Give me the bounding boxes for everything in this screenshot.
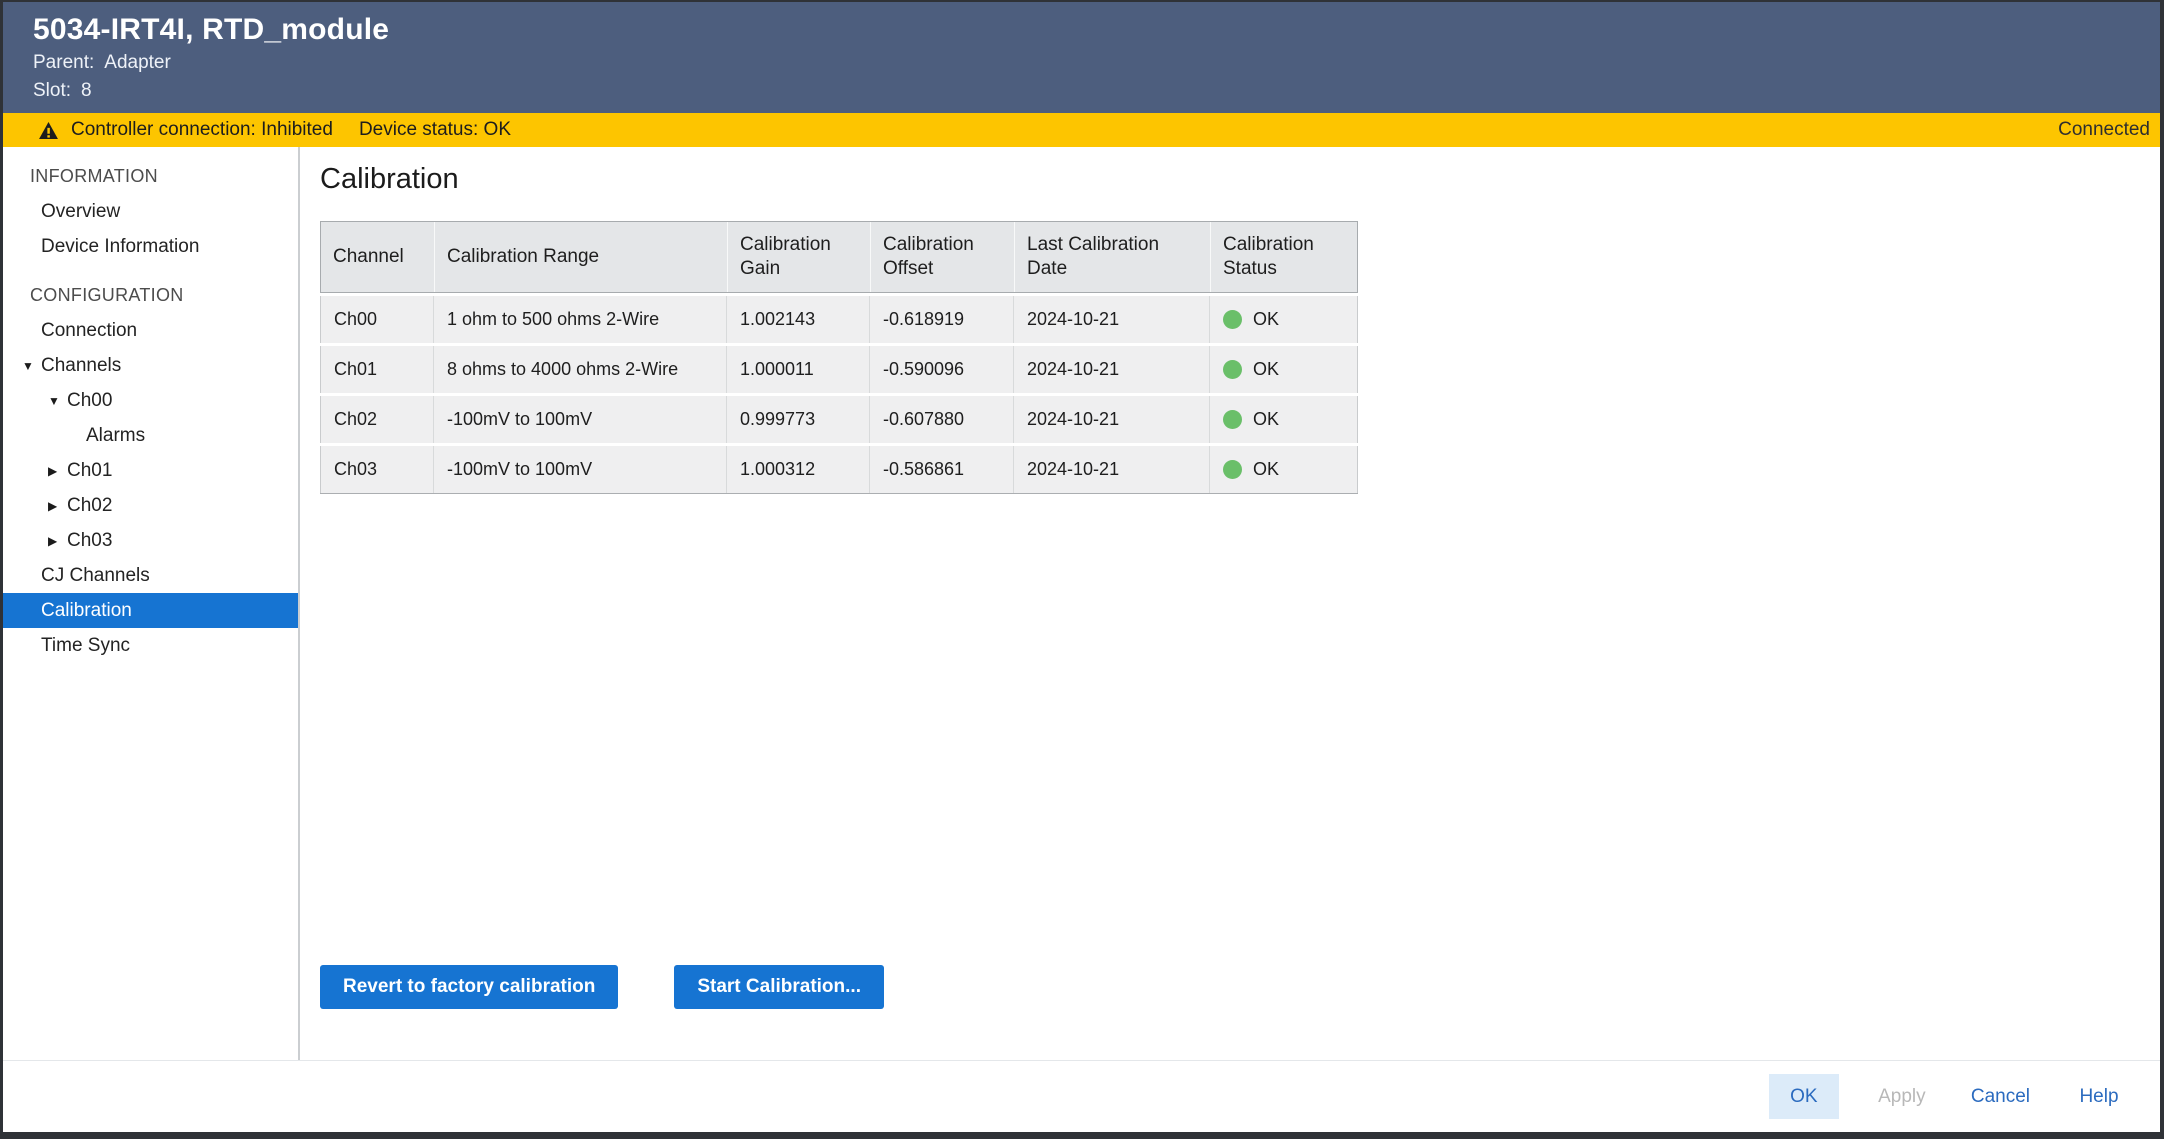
calibration-actions: Revert to factory calibration Start Cali…: [320, 965, 2160, 1009]
green-circle-icon: [1223, 360, 1242, 379]
sidebar-item-channels[interactable]: ▼Channels: [3, 348, 298, 383]
expanded-arrow-icon[interactable]: ▼: [48, 384, 67, 419]
table-row-ch01: Ch01 8 ohms to 4000 ohms 2-Wire 1.000011…: [320, 346, 1358, 393]
table-row-ch00: Ch00 1 ohm to 500 ohms 2-Wire 1.002143 -…: [320, 296, 1358, 343]
cell-date: 2024-10-21: [1013, 346, 1209, 393]
cell-range: 8 ohms to 4000 ohms 2-Wire: [433, 346, 726, 393]
apply-button[interactable]: Apply: [1867, 1074, 1937, 1119]
cell-date: 2024-10-21: [1013, 296, 1209, 343]
start-calibration-button[interactable]: Start Calibration...: [674, 965, 884, 1009]
calibration-table: Channel Calibration Range Calibration Ga…: [320, 221, 1358, 494]
status-bar: Controller connection: Inhibited Device …: [3, 113, 2160, 147]
cell-status: OK: [1209, 296, 1358, 343]
collapsed-arrow-icon[interactable]: ▶: [48, 489, 67, 524]
sidebar-item-connection[interactable]: Connection: [3, 313, 298, 348]
cell-range: 1 ohm to 500 ohms 2-Wire: [433, 296, 726, 343]
cell-offset: -0.618919: [869, 296, 1013, 343]
cancel-button[interactable]: Cancel: [1965, 1074, 2036, 1119]
slot-label: Slot:: [33, 80, 71, 101]
page-title: Calibration: [320, 161, 2160, 197]
sidebar-item-cj-channels[interactable]: CJ Channels: [3, 558, 298, 593]
table-row-ch03: Ch03 -100mV to 100mV 1.000312 -0.586861 …: [320, 446, 1358, 494]
revert-factory-calibration-button[interactable]: Revert to factory calibration: [320, 965, 618, 1009]
sidebar-item-ch03[interactable]: ▶Ch03: [3, 523, 298, 558]
device-status: Device status: OK: [359, 119, 511, 141]
column-header-gain: Calibration Gain: [727, 222, 870, 292]
sidebar-item-ch02[interactable]: ▶Ch02: [3, 488, 298, 523]
warning-triangle-icon: [39, 122, 58, 139]
cell-gain: 1.000011: [726, 346, 869, 393]
column-header-range: Calibration Range: [434, 222, 727, 292]
cell-gain: 0.999773: [726, 396, 869, 443]
module-header: 5034-IRT4I, RTD_module Parent: Adapter Sl…: [3, 2, 2160, 113]
sidebar-item-ch01[interactable]: ▶Ch01: [3, 453, 298, 488]
column-header-offset: Calibration Offset: [870, 222, 1014, 292]
sidebar-item-overview[interactable]: Overview: [3, 194, 298, 229]
status-text: OK: [1253, 459, 1279, 480]
table-row-ch02: Ch02 -100mV to 100mV 0.999773 -0.607880 …: [320, 396, 1358, 443]
slot-value: 8: [81, 80, 92, 101]
dialog-footer: OK Apply Cancel Help: [3, 1060, 2160, 1132]
content-area: INFORMATION Overview Device Information …: [3, 147, 2160, 1060]
cell-channel: Ch00: [320, 296, 433, 343]
table-header-row: Channel Calibration Range Calibration Ga…: [320, 221, 1358, 293]
sidebar-item-time-sync[interactable]: Time Sync: [3, 628, 298, 663]
parent-label: Parent:: [33, 52, 94, 73]
connection-state: Connected: [2058, 119, 2150, 141]
status-text: OK: [1253, 309, 1279, 330]
section-information: INFORMATION: [3, 159, 298, 194]
controller-connection-status: Controller connection: Inhibited: [71, 119, 333, 141]
green-circle-icon: [1223, 310, 1242, 329]
cell-date: 2024-10-21: [1013, 396, 1209, 443]
module-title: 5034-IRT4I, RTD_module: [33, 14, 2160, 46]
cell-channel: Ch02: [320, 396, 433, 443]
main-panel: Calibration Channel Calibration Range Ca…: [300, 147, 2160, 1060]
cell-range: -100mV to 100mV: [433, 396, 726, 443]
cell-status: OK: [1209, 396, 1358, 443]
module-properties-window: 5034-IRT4I, RTD_module Parent: Adapter Sl…: [0, 0, 2164, 1139]
column-header-channel: Channel: [321, 222, 434, 292]
parent-value: Adapter: [104, 52, 171, 73]
status-text: OK: [1253, 409, 1279, 430]
parent-line: Parent: Adapter: [33, 52, 2160, 74]
cell-status: OK: [1209, 346, 1358, 393]
ok-button[interactable]: OK: [1769, 1074, 1839, 1119]
cell-range: -100mV to 100mV: [433, 446, 726, 493]
cell-date: 2024-10-21: [1013, 446, 1209, 493]
status-text: OK: [1253, 359, 1279, 380]
column-header-status: Calibration Status: [1210, 222, 1359, 292]
cell-offset: -0.590096: [869, 346, 1013, 393]
cell-channel: Ch01: [320, 346, 433, 393]
collapsed-arrow-icon[interactable]: ▶: [48, 524, 67, 559]
sidebar-item-ch00[interactable]: ▼Ch00: [3, 383, 298, 418]
expanded-arrow-icon[interactable]: ▼: [22, 349, 41, 384]
cell-gain: 1.002143: [726, 296, 869, 343]
cell-status: OK: [1209, 446, 1358, 493]
green-circle-icon: [1223, 410, 1242, 429]
cell-offset: -0.586861: [869, 446, 1013, 493]
column-header-date: Last Calibration Date: [1014, 222, 1210, 292]
help-button[interactable]: Help: [2064, 1074, 2134, 1119]
sidebar-item-calibration[interactable]: Calibration: [3, 593, 298, 628]
sidebar-item-device-information[interactable]: Device Information: [3, 229, 298, 264]
collapsed-arrow-icon[interactable]: ▶: [48, 454, 67, 489]
sidebar: INFORMATION Overview Device Information …: [3, 147, 300, 1060]
section-configuration: CONFIGURATION: [3, 278, 298, 313]
sidebar-item-alarms[interactable]: Alarms: [3, 418, 298, 453]
green-circle-icon: [1223, 460, 1242, 479]
cell-offset: -0.607880: [869, 396, 1013, 443]
cell-gain: 1.000312: [726, 446, 869, 493]
slot-line: Slot: 8: [33, 80, 2160, 102]
cell-channel: Ch03: [320, 446, 433, 493]
